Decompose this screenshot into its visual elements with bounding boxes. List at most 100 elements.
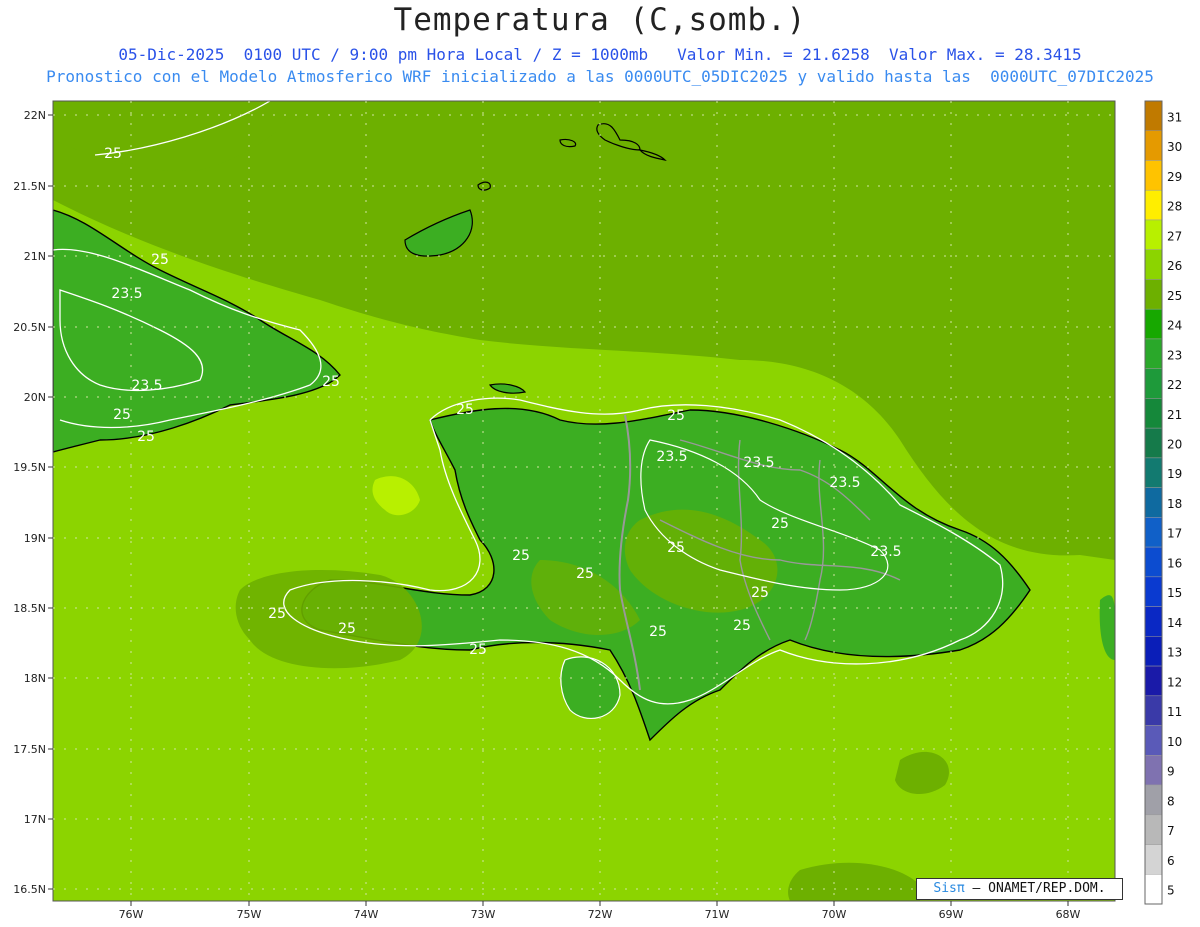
lon-tick-label: 70W [822,908,847,921]
colorbar-swatch [1144,368,1163,399]
latitude-axis: 22N 21.5N 21N 20.5N 20N 19.5N 19N 18.5N 18N 17.5N… [13,109,53,896]
contour-label: 25 [113,407,131,423]
lat-tick-label: 16.5N [13,883,46,896]
contour-label: 25 [649,624,667,640]
contour-label: 25 [469,642,487,658]
colorbar-swatch [1144,338,1163,369]
contour-label: 25 [456,402,474,418]
colorbar-swatch [1144,784,1163,816]
temperature-map: 22N 21.5N 21N 20.5N 20N 19.5N 19N 18.5N 18N 17.5N… [13,100,1182,921]
colorbar-label: 21 [1167,408,1182,422]
colorbar-swatch [1144,695,1163,726]
contour-label: 25 [576,566,594,582]
colorbar-label: 18 [1167,497,1182,511]
lat-tick-label: 20.5N [13,321,46,334]
contour-label: 25 [667,540,685,556]
colorbar-label: 23 [1167,348,1182,362]
contour-label: 25 [667,408,685,424]
colorbar-label: 9 [1167,765,1175,779]
colorbar-label: 24 [1167,319,1182,333]
colorbar-label: 5 [1167,884,1175,898]
colorbar-label: 13 [1167,646,1182,660]
colorbar-swatch [1144,636,1163,667]
colorbar-swatch [1144,546,1163,578]
lat-tick-label: 21N [24,250,46,263]
contour-label: 23.5 [131,378,162,394]
colorbar-swatch [1144,814,1163,845]
colorbar-swatch [1144,130,1163,161]
colorbar-swatch [1144,279,1163,310]
contour-label: 25 [322,374,340,390]
contour-label: 23.5 [829,475,860,491]
colorbar-label: 30 [1167,140,1182,154]
lon-tick-label: 73W [471,908,496,921]
contour-label: 25 [338,621,356,637]
lat-tick-label: 18N [24,672,46,685]
colorbar-swatch [1144,398,1163,429]
colorbar-swatch [1144,874,1163,905]
lon-tick-label: 69W [939,908,964,921]
colorbar-swatch [1144,487,1163,518]
colorbar-swatch [1144,457,1163,488]
colorbar-label: 10 [1167,735,1182,749]
lat-tick-label: 17N [24,813,46,826]
lat-tick-label: 22N [24,109,46,122]
contour-label: 25 [512,548,530,564]
lat-tick-label: 19N [24,532,46,545]
lat-tick-label: 17.5N [13,743,46,756]
colorbar-label: 17 [1167,527,1182,541]
colorbar-swatch [1144,844,1163,875]
colorbar-swatch [1144,160,1163,191]
colorbar-swatch [1144,576,1163,607]
credit-text: – ONAMET/REP.DOM. [964,881,1106,896]
colorbar-label: 8 [1167,794,1175,808]
lon-tick-label: 71W [705,908,730,921]
colorbar: 31 30 29 28 27 26 25 24 23 22 21 20 19 18 17 16 15 14 13 12… [1144,100,1182,905]
contour-label: 25 [104,146,122,162]
lat-tick-label: 19.5N [13,461,46,474]
colorbar-swatch [1144,189,1163,221]
lon-tick-label: 76W [119,908,144,921]
colorbar-swatch [1144,100,1163,131]
colorbar-swatch [1144,308,1163,340]
colorbar-label: 11 [1167,705,1182,719]
lon-tick-label: 68W [1056,908,1081,921]
colorbar-label: 12 [1167,675,1182,689]
colorbar-swatch [1144,606,1163,637]
colorbar-label: 15 [1167,586,1182,600]
colorbar-label: 19 [1167,467,1182,481]
lon-tick-label: 75W [237,908,262,921]
lat-tick-label: 20N [24,391,46,404]
colorbar-label: 31 [1167,110,1182,124]
colorbar-label: 7 [1167,824,1175,838]
map-field [53,101,1115,901]
colorbar-swatch [1144,249,1163,280]
colorbar-label: 14 [1167,616,1182,630]
colorbar-label: 6 [1167,854,1175,868]
colorbar-swatch [1144,665,1163,697]
colorbar-swatch [1144,219,1163,250]
colorbar-label: 26 [1167,259,1182,273]
colorbar-swatch [1144,725,1163,756]
contour-label: 25 [137,429,155,445]
contour-label: 25 [268,606,286,622]
colorbar-swatch [1144,755,1163,786]
lon-tick-label: 74W [354,908,379,921]
colorbar-label: 27 [1167,229,1182,243]
contour-label: 23.5 [111,286,142,302]
contour-label: 25 [151,252,169,268]
contour-label: 23.5 [743,455,774,471]
sis-logo: Sisπ [933,881,965,896]
lon-tick-label: 72W [588,908,613,921]
contour-label: 25 [771,516,789,532]
lat-tick-label: 18.5N [13,602,46,615]
colorbar-label: 20 [1167,438,1182,452]
colorbar-label: 16 [1167,556,1182,570]
contour-label: 23.5 [870,544,901,560]
colorbar-label: 29 [1167,170,1182,184]
colorbar-label: 25 [1167,289,1182,303]
lat-tick-label: 21.5N [13,180,46,193]
contour-label: 23.5 [656,449,687,465]
colorbar-label: 28 [1167,200,1182,214]
colorbar-label: 22 [1167,378,1182,392]
